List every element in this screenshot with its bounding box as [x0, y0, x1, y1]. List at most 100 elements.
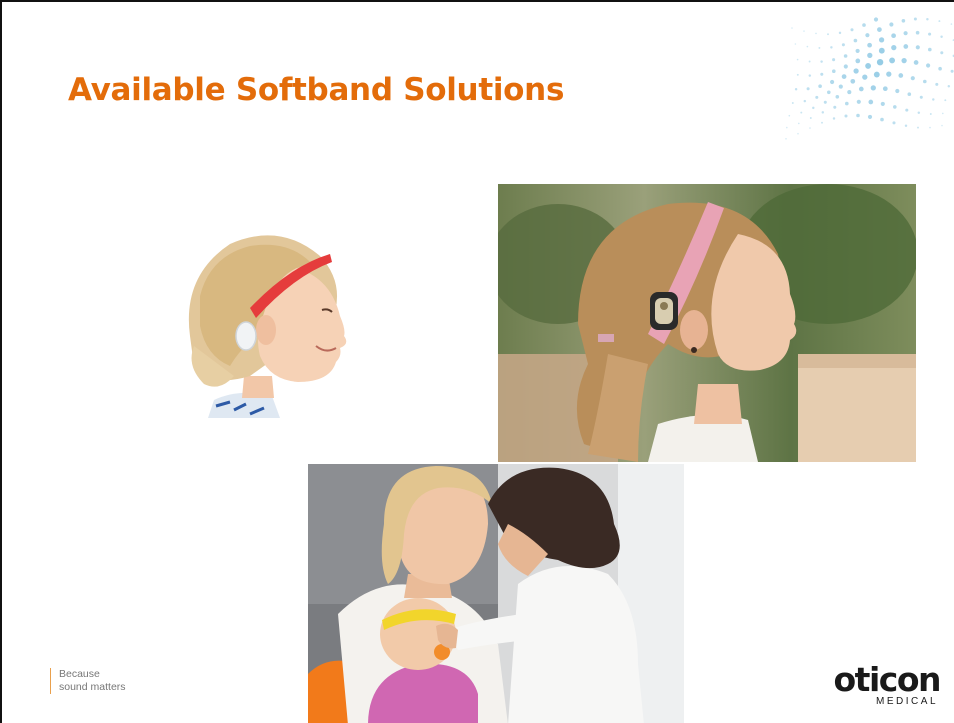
decorative-dot	[880, 117, 884, 122]
decorative-dot	[803, 99, 807, 103]
decorative-dot	[893, 105, 897, 109]
decorative-dot	[901, 57, 907, 64]
decorative-dot	[907, 92, 912, 96]
decorative-dot	[892, 121, 896, 125]
decorative-dot	[853, 38, 858, 43]
decorative-dot	[878, 37, 885, 43]
decorative-dot	[926, 17, 929, 21]
decorative-dot	[785, 138, 787, 140]
decorative-dot	[850, 28, 854, 32]
decorative-dot	[855, 58, 861, 64]
slide-title: Available Softband Solutions	[68, 72, 565, 108]
decorative-dot	[832, 58, 836, 62]
decorative-dot	[901, 19, 906, 23]
decorative-dot	[950, 69, 954, 73]
decorative-dot	[915, 30, 920, 35]
decorative-dot	[923, 79, 927, 84]
decorative-dot	[903, 44, 909, 49]
decorative-dot	[873, 17, 879, 22]
decorative-dot	[932, 98, 935, 101]
decorative-dot	[947, 84, 951, 88]
decorative-dot	[803, 30, 805, 32]
decorative-dot	[919, 95, 923, 99]
girl-softband-photo	[498, 184, 916, 462]
decorative-dot	[862, 23, 866, 27]
decorative-dot	[833, 105, 837, 109]
decorative-dot	[809, 127, 811, 129]
decorative-dot	[841, 74, 847, 79]
decorative-dot	[886, 71, 892, 77]
decorative-dot	[838, 31, 842, 35]
decorative-dot	[820, 72, 824, 76]
decorative-dot	[845, 101, 849, 106]
decorative-dot	[858, 86, 864, 92]
decorative-dot	[843, 64, 848, 69]
decorative-dot	[940, 51, 944, 55]
decorative-dot	[928, 32, 932, 36]
tagline: Because sound matters	[50, 668, 126, 694]
decorative-dot	[904, 124, 908, 128]
decorative-dot	[818, 84, 822, 88]
decorative-dot	[821, 121, 823, 124]
decorative-dot	[905, 108, 909, 112]
decorative-dot	[841, 43, 845, 47]
decorative-dot	[940, 35, 943, 39]
decorative-dot	[809, 117, 812, 119]
decorative-dot	[806, 87, 810, 91]
decorative-dot	[935, 82, 939, 86]
decorative-dot	[796, 73, 799, 76]
decorative-dot	[847, 90, 852, 95]
decorative-dot	[941, 124, 943, 127]
decorative-dot	[889, 57, 896, 64]
slide: Available Softband Solutions Because sou…	[0, 0, 954, 723]
decorative-dot	[855, 48, 860, 53]
decorative-dot	[929, 126, 931, 129]
decorative-dot	[929, 113, 932, 115]
decorative-dot	[895, 88, 900, 94]
decorative-dot	[865, 62, 872, 69]
decorative-dot	[830, 79, 835, 85]
decorative-dot	[877, 27, 882, 32]
decorative-dot	[797, 132, 799, 135]
decorative-dot	[806, 45, 809, 48]
decorative-dot	[835, 95, 840, 99]
decorative-dot	[926, 63, 931, 68]
decorative-dot	[917, 111, 921, 114]
decorative-dot	[808, 60, 811, 63]
decorative-dot	[832, 69, 836, 73]
decorative-dot	[950, 23, 953, 25]
decorative-dot	[786, 126, 788, 129]
decorative-dot	[873, 71, 880, 78]
decorative-dot	[794, 88, 798, 91]
decorative-dot	[853, 68, 859, 74]
oticon-medical-logo: oticon MEDICAL	[820, 660, 942, 707]
decorative-dot	[870, 85, 876, 91]
decorative-dot	[850, 78, 856, 84]
decorative-dot	[868, 99, 874, 105]
decorative-dot	[917, 126, 919, 129]
decorative-dot	[820, 60, 823, 63]
decorative-dot	[913, 60, 919, 65]
decorative-dot	[942, 112, 944, 115]
decorative-dot	[944, 99, 947, 102]
decorative-dot	[800, 111, 803, 114]
decorative-dot	[898, 73, 904, 78]
decorative-dot	[838, 84, 843, 89]
decorative-dot	[830, 46, 833, 49]
decorative-dot	[815, 95, 819, 99]
decorative-dot	[832, 117, 836, 120]
logo-name: oticon	[833, 660, 942, 699]
decorative-dot	[808, 74, 812, 77]
decorative-dot	[865, 33, 870, 38]
decorative-dot	[867, 114, 873, 119]
decorative-dot	[788, 114, 791, 117]
decorative-dot	[796, 58, 799, 61]
decorative-dot	[910, 76, 915, 81]
decorative-dot	[812, 106, 815, 110]
tagline-line-1: Because	[59, 668, 100, 680]
boy-softband-photo	[180, 226, 352, 418]
decorative-dot	[856, 113, 860, 118]
decorative-dot	[867, 52, 873, 59]
decorative-dot	[798, 122, 800, 125]
decorative-dot	[823, 100, 827, 104]
